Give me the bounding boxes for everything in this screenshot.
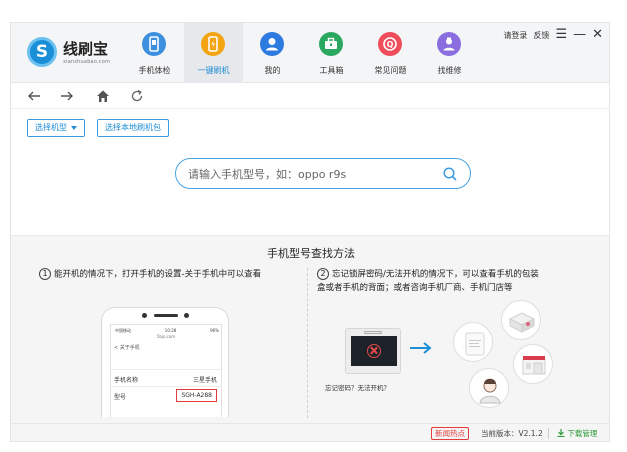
- phone-info-row: 手机名称 三星手机: [111, 369, 221, 386]
- forward-icon[interactable]: [58, 87, 76, 105]
- service-person-icon: [469, 368, 509, 408]
- one-click-flash-icon: [201, 32, 225, 56]
- row-value: 三星手机: [192, 377, 217, 384]
- search-icon[interactable]: [442, 166, 458, 182]
- divider: [307, 268, 308, 418]
- phone-check-icon: [142, 32, 166, 56]
- model-value-highlight: SGH-A288: [176, 389, 217, 402]
- row-key: 型号: [114, 394, 127, 401]
- svg-text:Q: Q: [387, 40, 394, 49]
- phone-box-icon: [501, 300, 541, 340]
- help-title: 手机型号查找方法: [267, 247, 355, 260]
- step-text-line-2: 盒或者手机的背面；或者咨询手机厂商、手机门店等: [317, 282, 513, 293]
- login-link[interactable]: 请登录: [503, 30, 527, 41]
- nav-label: 工具箱: [319, 66, 344, 75]
- help-step-2: 2 忘记锁屏密码/无法开机的情况下，可以查看手机的包装 盒或者手机的背面；或者咨询…: [317, 268, 607, 295]
- model-search-input[interactable]: [188, 166, 438, 182]
- close-icon[interactable]: ✕: [592, 28, 603, 41]
- select-local-package-button[interactable]: 选择本地刷机包: [97, 119, 169, 137]
- app-window: 线刷宝 xianshuabao.com 手机体检 一键刷机 我的: [10, 22, 610, 442]
- nav-toolbox[interactable]: 工具箱: [302, 23, 361, 83]
- window-controls: 请登录 反馈 ☰ — ✕: [503, 28, 603, 41]
- model-help-panel: 手机型号查找方法 1 能开机的情况下，打开手机的设置-关于手机中可以查看 2 忘记锁…: [11, 235, 609, 423]
- nav-label: 常见问题: [374, 66, 407, 75]
- step-text: 能开机的情况下，打开手机的设置-关于手机中可以查看: [54, 269, 262, 280]
- step-number: 2: [317, 268, 329, 280]
- store-icon: [513, 344, 553, 384]
- row-key: 手机名称: [114, 377, 139, 384]
- nav-label: 找维修: [437, 66, 462, 75]
- error-icon: [367, 344, 381, 358]
- navigation-row: [11, 83, 609, 109]
- home-icon[interactable]: [94, 87, 112, 105]
- menu-icon[interactable]: ☰: [555, 28, 567, 41]
- nav-label: 我的: [264, 66, 281, 75]
- refresh-icon[interactable]: [128, 87, 146, 105]
- question-icon: Q: [378, 32, 402, 56]
- nav-mine[interactable]: 我的: [243, 23, 302, 83]
- chevron-down-icon: [71, 125, 77, 130]
- speaker: [364, 331, 382, 334]
- help-step-1: 1 能开机的情况下，打开手机的设置-关于手机中可以查看: [39, 268, 307, 282]
- phone-screen: 中国移动 10:28 96% 5bjo.com < 关于手机 手机名称 三星手机…: [110, 324, 222, 417]
- top-bar: 线刷宝 xianshuabao.com 手机体检 一键刷机 我的: [11, 23, 609, 83]
- phone-url: 5bjo.com: [156, 334, 176, 339]
- model-search-box: [175, 158, 471, 189]
- status-bar: 新闻热点 当前版本：V2.1.2 下载管理: [11, 423, 609, 441]
- speaker: [154, 314, 178, 317]
- sensor-dot: [184, 313, 189, 318]
- version-text: 当前版本：V2.1.2: [481, 429, 543, 438]
- select-model-label: 选择机型: [35, 123, 67, 132]
- toolbox-icon: [319, 32, 343, 56]
- download-icon: [557, 429, 565, 438]
- logo-icon: [27, 37, 57, 67]
- dark-screen: [351, 336, 397, 366]
- user-icon: [260, 32, 284, 56]
- nav-phone-check[interactable]: 手机体检: [125, 23, 184, 83]
- locked-phone-illustration: [345, 328, 401, 374]
- nav-label: 手机体检: [138, 66, 171, 75]
- download-manager-link[interactable]: 下载管理: [557, 428, 597, 439]
- logo-domain: xianshuabao.com: [63, 59, 111, 65]
- phone-back-icon: [453, 322, 493, 362]
- nav-repair[interactable]: 找维修: [420, 23, 479, 83]
- download-label: 下载管理: [567, 429, 598, 438]
- phone-illustration: 中国移动 10:28 96% 5bjo.com < 关于手机 手机名称 三星手机…: [101, 307, 229, 417]
- step-number: 1: [39, 268, 51, 280]
- about-phone-back: < 关于手机: [114, 345, 140, 351]
- repair-icon: [437, 32, 461, 56]
- minimize-icon[interactable]: —: [573, 28, 586, 41]
- logo-name: 线刷宝: [63, 40, 109, 58]
- back-icon[interactable]: [25, 87, 43, 105]
- news-hot-button[interactable]: 新闻热点: [431, 427, 469, 440]
- select-model-button[interactable]: 选择机型: [27, 119, 85, 137]
- nav-label: 一键刷机: [197, 66, 230, 75]
- arrow-right-icon: [409, 340, 433, 354]
- nav-faq[interactable]: Q 常见问题: [361, 23, 420, 83]
- step-text-line-1: 忘记锁屏密码/无法开机的情况下，可以查看手机的包装: [332, 269, 539, 280]
- select-local-package-label: 选择本地刷机包: [105, 123, 161, 132]
- nav-one-click-flash[interactable]: 一键刷机: [184, 23, 243, 83]
- main-nav: 手机体检 一键刷机 我的 工具箱 Q 常见问题 找维修: [125, 23, 479, 83]
- locked-caption: 忘记密码？无法开机？: [325, 384, 390, 392]
- camera-dot: [142, 313, 147, 318]
- phone-info-row: 型号 SGH-A288: [111, 386, 221, 403]
- feedback-link[interactable]: 反馈: [533, 30, 549, 41]
- separator: [548, 428, 549, 439]
- logo: 线刷宝 xianshuabao.com: [27, 35, 127, 71]
